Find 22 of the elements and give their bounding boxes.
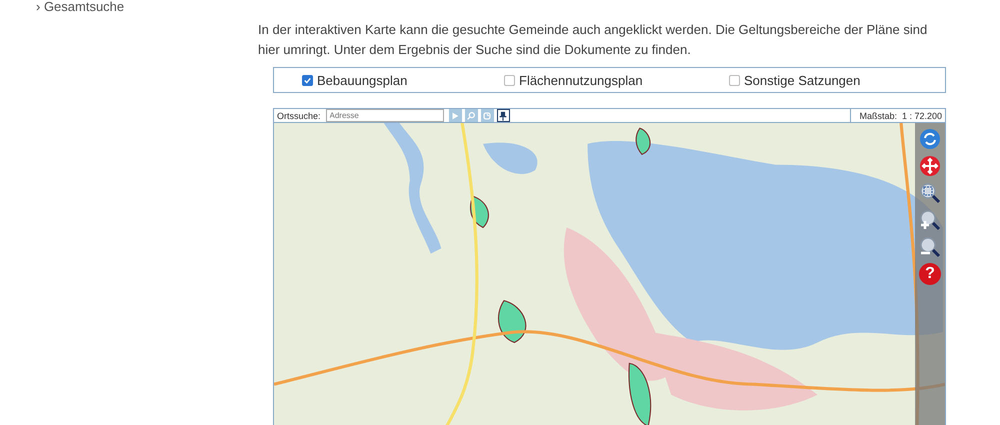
search-icon xyxy=(466,110,476,121)
reload-icon[interactable] xyxy=(919,128,941,150)
zoom-in-icon[interactable] xyxy=(919,209,941,232)
checkbox[interactable] xyxy=(504,74,515,86)
square-icon xyxy=(482,110,492,121)
zoom-box-icon[interactable] xyxy=(919,182,941,204)
pin-icon xyxy=(498,110,508,121)
address-search-field[interactable]: Adresse xyxy=(326,109,444,122)
checkbox-label[interactable]: Sonstige Satzungen xyxy=(744,72,860,88)
help-button[interactable]: ? xyxy=(919,263,941,286)
zoom-out-icon[interactable] xyxy=(919,236,941,258)
checkbox-label[interactable]: Bebauungsplan xyxy=(317,72,408,88)
map-scale: Maßstab: 1 : 72.200 xyxy=(850,109,945,122)
checkbox-label[interactable]: Flächennutzungsplan xyxy=(519,72,643,88)
pan-icon[interactable] xyxy=(919,155,941,178)
intro-paragraph: In der interaktiven Karte kann die gesuchte Gemeinde auch angeklickt werden. Die Geltungsbereiche der Pläne sind hier umringt. Unter dem Ergebnis der Suche sind die Dokumente zu finden. xyxy=(258,21,928,59)
search-label: Ortssuche: xyxy=(277,110,321,121)
pin-button[interactable] xyxy=(496,109,510,122)
play-icon xyxy=(450,110,460,121)
checkbox[interactable] xyxy=(729,74,740,86)
breadcrumb-link[interactable]: › Gesamtsuche xyxy=(36,0,124,14)
checkbox[interactable] xyxy=(302,74,313,86)
